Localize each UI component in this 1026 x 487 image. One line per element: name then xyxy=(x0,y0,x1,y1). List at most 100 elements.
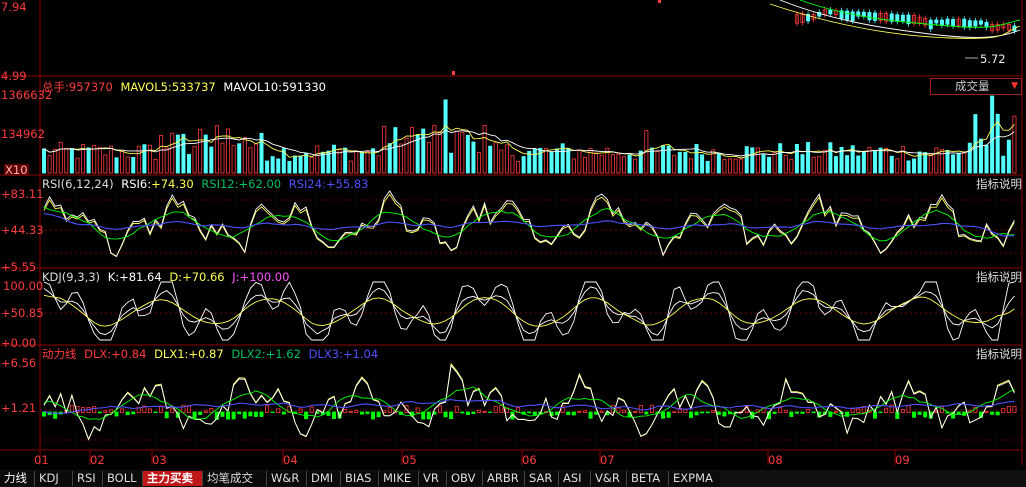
volume-bar xyxy=(739,158,744,174)
volume-bar xyxy=(209,146,214,174)
candle-body xyxy=(872,12,877,21)
tab-17[interactable]: EXPMA xyxy=(668,471,720,486)
volume-bar xyxy=(928,154,933,174)
volume-bar xyxy=(298,155,303,174)
dlx-bar xyxy=(281,411,286,415)
dlx-help-button[interactable]: 指标说明 xyxy=(976,347,1022,361)
volume-bar xyxy=(164,147,169,174)
tab-15[interactable]: V&R xyxy=(590,471,626,486)
volume-bar xyxy=(990,95,995,174)
dlx1-label: DLX1: xyxy=(154,347,189,361)
dlx-bar xyxy=(800,411,805,414)
volume-bar xyxy=(778,143,783,174)
volume-bar xyxy=(616,153,621,174)
tab-8[interactable]: BIAS xyxy=(340,471,378,486)
dlx-bar xyxy=(499,405,504,413)
tab-1[interactable]: KDJ xyxy=(34,471,72,486)
volume-bar xyxy=(332,144,337,174)
tab-6[interactable]: W&R xyxy=(266,471,306,486)
dlx-bar xyxy=(633,411,638,413)
dlx-bar xyxy=(449,411,454,420)
volume-bar xyxy=(103,154,108,174)
dlx-bar xyxy=(912,411,917,418)
kdj-k-label: K: xyxy=(107,270,120,284)
dlx-bar xyxy=(147,408,152,413)
tab-3[interactable]: BOLL xyxy=(102,471,142,486)
tab-10[interactable]: VR xyxy=(418,471,446,486)
volume-indicator-dropdown[interactable]: 成交量 ▼ xyxy=(930,78,1022,95)
dlx-bar xyxy=(348,411,353,413)
kdj-k-line xyxy=(43,286,1015,336)
volume-bar xyxy=(543,148,548,174)
volume-bar xyxy=(108,145,113,174)
tab-16[interactable]: BETA xyxy=(626,471,668,486)
rsi-axis-bottom: +5.55 xyxy=(1,260,37,274)
dlx-bar xyxy=(577,410,582,413)
volume-bar xyxy=(504,144,509,174)
dlx-bar xyxy=(716,411,721,415)
dlx-bar xyxy=(527,411,532,414)
volume-bar xyxy=(410,127,415,174)
volume-bar xyxy=(365,151,370,174)
chart-canvas[interactable] xyxy=(0,0,1026,487)
volume-bar xyxy=(393,127,398,174)
volume-bar xyxy=(783,155,788,174)
tab-14[interactable]: ASI xyxy=(558,471,590,486)
dlx-bar xyxy=(555,411,560,416)
kdj-help-button[interactable]: 指标说明 xyxy=(976,270,1022,284)
mavol5-value: 533737 xyxy=(171,80,216,94)
volume-bar xyxy=(488,145,493,174)
volume-bar xyxy=(633,158,638,174)
volume-bar xyxy=(856,155,861,174)
dlx-bar xyxy=(1001,408,1006,413)
candle-body xyxy=(828,9,833,15)
tab-0[interactable]: 力线 xyxy=(0,471,33,486)
volume-bar xyxy=(767,156,772,174)
volume-bar xyxy=(577,150,582,174)
volume-bar xyxy=(231,145,236,174)
tab-2[interactable]: RSI xyxy=(72,471,102,486)
tab-7[interactable]: DMI xyxy=(306,471,340,486)
dlx-bar xyxy=(811,411,816,414)
dlx-bar xyxy=(850,408,855,413)
dlx-bar xyxy=(248,411,253,417)
volume-bar xyxy=(198,128,203,174)
volume-bar xyxy=(248,147,253,174)
candle-body xyxy=(967,20,972,28)
volume-bar xyxy=(750,147,755,174)
dlx-bar xyxy=(114,411,119,417)
tab-4[interactable]: 主力买卖 xyxy=(142,471,202,486)
dlx-bar xyxy=(906,405,911,413)
kdj-d-line xyxy=(43,294,1015,327)
volume-bar xyxy=(159,135,164,174)
volume-bar xyxy=(237,143,242,174)
dlx-bar xyxy=(220,411,225,417)
month-label: 06 xyxy=(522,453,537,467)
volume-bar xyxy=(683,151,688,174)
candle-body xyxy=(978,20,983,25)
volume-bar xyxy=(772,151,777,174)
candle-body xyxy=(973,20,978,27)
tab-12[interactable]: ARBR xyxy=(482,471,524,486)
dlx-bar xyxy=(354,409,359,413)
dlx-bar xyxy=(226,411,231,420)
dlx-bar xyxy=(488,411,493,413)
rsi-help-button[interactable]: 指标说明 xyxy=(976,177,1022,191)
dlx-bar xyxy=(672,411,677,413)
volume-bar xyxy=(661,145,666,174)
rsi12-label: RSI12: xyxy=(201,177,239,191)
tab-11[interactable]: OBV xyxy=(446,471,482,486)
month-label: 05 xyxy=(402,453,417,467)
tab-5[interactable]: 均笔成交 xyxy=(202,471,266,486)
dlx-bar xyxy=(705,411,710,414)
tab-13[interactable]: SAR xyxy=(524,471,558,486)
volume-bar xyxy=(242,137,247,174)
volume-bar xyxy=(705,160,710,174)
volume-bar xyxy=(828,142,833,174)
tab-9[interactable]: MIKE xyxy=(378,471,418,486)
kdj-params: KDJ(9,3,3) xyxy=(42,270,101,284)
dlx-bar xyxy=(917,411,922,415)
rsi-params: RSI(6,12,24) xyxy=(42,177,114,191)
volume-bar xyxy=(622,156,627,174)
dlx-bar xyxy=(198,411,203,416)
